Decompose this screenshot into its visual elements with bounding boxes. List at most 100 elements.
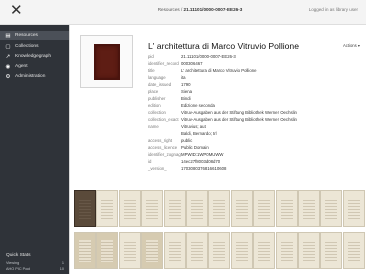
- page-thumbnail[interactable]: [253, 190, 276, 227]
- metadata-value: Public Domain: [181, 145, 209, 150]
- login-status[interactable]: Logged in as library user: [309, 7, 358, 12]
- page-text-lines: [101, 240, 114, 262]
- metadata-value: Bindi: [181, 96, 191, 101]
- breadcrumb-root[interactable]: Resources /: [158, 7, 183, 12]
- page-thumbnail[interactable]: [342, 190, 365, 227]
- page-text-lines: [213, 198, 226, 220]
- metadata-key: pid: [148, 54, 154, 59]
- top-bar: ✕ Resources / 21.11101/0000-0007-EE26-3 …: [0, 0, 366, 25]
- sidebar-item-collections[interactable]: ▢ Collections: [0, 42, 69, 51]
- breadcrumb-current: 21.11101/0000-0007-EE26-3: [183, 7, 243, 12]
- sidebar-item-agent[interactable]: ◉ Agent: [0, 62, 69, 71]
- page-thumbnail[interactable]: [96, 232, 119, 269]
- metadata-key: access_licence: [148, 145, 178, 150]
- page-text-lines: [79, 198, 91, 220]
- metadata-value: ita: [181, 75, 186, 80]
- page-text-lines: [280, 240, 293, 262]
- quick-stat-value: 1: [61, 261, 64, 265]
- page-thumbnail[interactable]: [74, 190, 96, 227]
- page-text-lines: [325, 240, 338, 262]
- page-thumbnail[interactable]: [298, 190, 320, 227]
- quick-stat-label: AHO PIC Pool: [6, 267, 31, 271]
- sidebar-item-administration[interactable]: ⚙ Administration: [0, 72, 69, 81]
- quick-stat-label: Viewing: [6, 261, 20, 265]
- metadata-row: place Siena: [148, 88, 358, 95]
- metadata-value: MPWID:1WP0MUWW: [181, 152, 224, 157]
- sidebar: ▤ Resources ▢ Collections ↗ Knowledgegra…: [0, 25, 69, 274]
- record-thumbnail[interactable]: [80, 35, 133, 88]
- page-thumbnail[interactable]: [208, 190, 231, 227]
- page-text-lines: [280, 198, 293, 220]
- metadata-value: Siena: [181, 89, 192, 94]
- page-text-lines: [123, 240, 136, 262]
- page-text-lines: [168, 240, 181, 262]
- page-thumbnail[interactable]: [320, 190, 343, 227]
- metadata-row: id 14ec27f8003d08d70: [148, 158, 358, 165]
- page-text-lines: [191, 198, 203, 220]
- metadata-row: date_issued 1790: [148, 81, 358, 88]
- page-thumbnails-grid: [74, 190, 365, 274]
- page-thumbnail[interactable]: [275, 190, 298, 227]
- page-thumbnail[interactable]: [275, 232, 298, 269]
- page-thumbnail[interactable]: [118, 232, 141, 269]
- metadata-row: name Vitruvius; aut: [148, 123, 358, 130]
- metadata-value: 14ec27f8003d08d70: [181, 159, 221, 164]
- metadata-key: collection: [148, 110, 166, 115]
- page-thumbnail[interactable]: [320, 232, 343, 269]
- page-thumbnail[interactable]: [163, 232, 186, 269]
- page-text-lines: [325, 198, 338, 220]
- metadata-key: [148, 130, 181, 137]
- metadata-key: language: [148, 75, 166, 80]
- page-thumbnail[interactable]: [342, 232, 365, 269]
- metadata-row: access_right public: [148, 137, 358, 144]
- metadata-value: L' architettura di Marco Vitruvio Pollio…: [181, 68, 257, 73]
- actions-dropdown[interactable]: Actions ▾: [343, 43, 360, 48]
- page-thumbnail[interactable]: [163, 190, 186, 227]
- metadata-key: publisher: [148, 96, 166, 101]
- metadata-value: 21.11101/0000-0007-EE26-3: [181, 54, 236, 59]
- page-text-lines: [146, 240, 159, 262]
- page-thumbnail[interactable]: [253, 232, 276, 269]
- sidebar-item-label: Collections: [15, 44, 39, 49]
- page-thumbnail[interactable]: [74, 232, 96, 269]
- metadata-value: Vitruv-Ausgaben aus der Stiftung Bibliot…: [181, 110, 297, 115]
- close-icon[interactable]: ✕: [10, 3, 23, 18]
- page-thumbnail[interactable]: [298, 232, 320, 269]
- page-text-lines: [79, 240, 91, 262]
- sidebar-item-resources[interactable]: ▤ Resources: [0, 31, 69, 40]
- metadata-key: place: [148, 89, 159, 94]
- metadata-table: pid 21.11101/0000-0007-EE26-3 identifier_r…: [148, 53, 358, 172]
- metadata-key: _version_: [148, 166, 167, 171]
- page-thumbnail[interactable]: [186, 190, 208, 227]
- metadata-value: Vitruv-Ausgaben aus der Stiftung Bibliot…: [181, 117, 297, 122]
- page-thumbnail[interactable]: [230, 190, 253, 227]
- page-thumbnail[interactable]: [208, 232, 231, 269]
- quick-stats-title: Quick Stats: [6, 253, 31, 258]
- page-thumbnail[interactable]: [118, 190, 141, 227]
- quick-stat-value: 10: [59, 267, 64, 271]
- gear-icon: ⚙: [5, 73, 11, 80]
- metadata-key: identifier_zognag: [148, 152, 181, 157]
- metadata-row: publisher Bindi: [148, 95, 358, 102]
- page-text-lines: [213, 240, 226, 262]
- metadata-value: Vitruvius; aut: [181, 124, 206, 129]
- page-thumbnail[interactable]: [141, 190, 164, 227]
- metadata-row: pid 21.11101/0000-0007-EE26-3: [148, 53, 358, 60]
- page-thumbnail[interactable]: [230, 232, 253, 269]
- metadata-key: id: [148, 159, 152, 164]
- page-text-lines: [347, 198, 360, 220]
- metadata-row: identifier_zognag MPWID:1WP0MUWW: [148, 151, 358, 158]
- page-text-lines: [101, 198, 114, 220]
- book-cover-image: [94, 44, 120, 80]
- page-text-lines: [235, 198, 248, 220]
- page-thumbnail[interactable]: [186, 232, 208, 269]
- sidebar-item-knowledgegraph[interactable]: ↗ Knowledgegraph: [0, 52, 69, 61]
- breadcrumb: Resources / 21.11101/0000-0007-EE26-3: [120, 7, 280, 12]
- metadata-key: date_issued: [148, 82, 172, 87]
- page-thumbnail[interactable]: [141, 232, 164, 269]
- metadata-row: collection Vitruv-Ausgaben aus der Stiftu…: [148, 109, 358, 116]
- page-text-lines: [303, 240, 315, 262]
- page-thumbnail[interactable]: [96, 190, 119, 227]
- metadata-key: title: [148, 68, 155, 73]
- metadata-key: edition: [148, 103, 161, 108]
